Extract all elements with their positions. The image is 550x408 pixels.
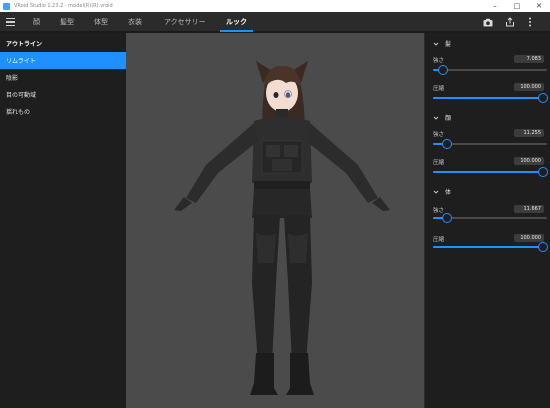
maximize-icon[interactable]: □ [506,0,528,12]
tab-body[interactable]: 体型 [94,12,108,32]
hair-strength-value[interactable]: 7.083 [514,55,544,63]
camera-icon[interactable] [483,17,493,27]
body-strength-slider[interactable] [433,213,547,223]
hair-compress-value[interactable]: 100.000 [514,83,544,91]
slider-thumb[interactable] [538,242,548,252]
face-compress-slider[interactable] [433,167,548,177]
sidebar-item-shading[interactable]: 陰影 [0,69,126,86]
tab-look[interactable]: ルック [220,12,253,32]
slider-thumb[interactable] [538,93,548,103]
slider-thumb[interactable] [538,167,548,177]
sidebar-item-eye-range[interactable]: 目の可動域 [0,86,126,103]
hair-compress-slider[interactable] [433,93,548,103]
body-strength-label: 強さ [433,208,445,214]
section-hair-title: 髪 [445,41,452,48]
minimize-icon[interactable]: – [484,0,506,12]
slider-thumb[interactable] [438,65,449,75]
tab-face[interactable]: 顔 [33,12,40,32]
slider-thumb[interactable] [441,139,452,149]
body-strength-value[interactable]: 11.667 [514,205,544,213]
chevron-down-icon [433,42,439,46]
sidebar: アウトライン リムライト 陰影 目の可動域 揺れもの [0,33,126,408]
sidebar-item-rimlight[interactable]: リムライト [0,52,126,69]
body-compress-slider[interactable] [433,242,548,252]
hamburger-menu-icon[interactable] [6,18,15,26]
body-compress-value[interactable]: 100.000 [514,234,544,242]
tab-accessory[interactable]: アクセサリー [164,12,206,32]
window-title: VRoid Studio 1.23.2 - model(R)(R).vroid [14,3,113,9]
properties-panel: 髪 強さ 7.083 圧縮 100.000 顔 強さ 11.255 圧縮 100… [424,33,550,408]
section-body-title: 体 [445,189,452,196]
avatar-model [174,61,390,395]
3d-viewport[interactable] [126,33,424,408]
window-titlebar: VRoid Studio 1.23.2 - model(R)(R).vroid … [0,0,550,12]
face-strength-value[interactable]: 11.255 [514,129,544,137]
face-strength-label: 強さ [433,132,445,138]
more-vertical-icon[interactable] [525,17,535,27]
section-face-title: 顔 [445,115,452,122]
slider-fill [433,97,547,99]
tab-outfit[interactable]: 衣装 [128,12,142,32]
slider-fill [433,171,547,173]
sidebar-item-sway[interactable]: 揺れもの [0,103,126,120]
slider-thumb[interactable] [441,213,452,223]
section-body-header[interactable]: 体 [433,187,451,196]
hair-strength-label: 強さ [433,58,445,64]
menubar: 顔 髪型 体型 衣装 アクセサリー ルック [0,12,550,32]
sidebar-item-outline[interactable]: アウトライン [0,35,126,52]
section-face-header[interactable]: 顔 [433,113,451,122]
hair-compress-label: 圧縮 [433,86,445,92]
hair-strength-slider[interactable] [433,65,547,75]
face-compress-label: 圧縮 [433,160,445,166]
chevron-down-icon [433,116,439,120]
chevron-down-icon [433,190,439,194]
slider-fill [433,246,547,248]
tab-hairstyle[interactable]: 髪型 [60,12,74,32]
export-icon[interactable] [505,17,515,27]
body-compress-label: 圧縮 [433,237,445,243]
face-compress-value[interactable]: 100.000 [514,157,544,165]
section-hair-header[interactable]: 髪 [433,39,451,48]
face-strength-slider[interactable] [433,139,547,149]
app-icon [3,2,10,10]
close-icon[interactable]: ✕ [528,0,550,12]
